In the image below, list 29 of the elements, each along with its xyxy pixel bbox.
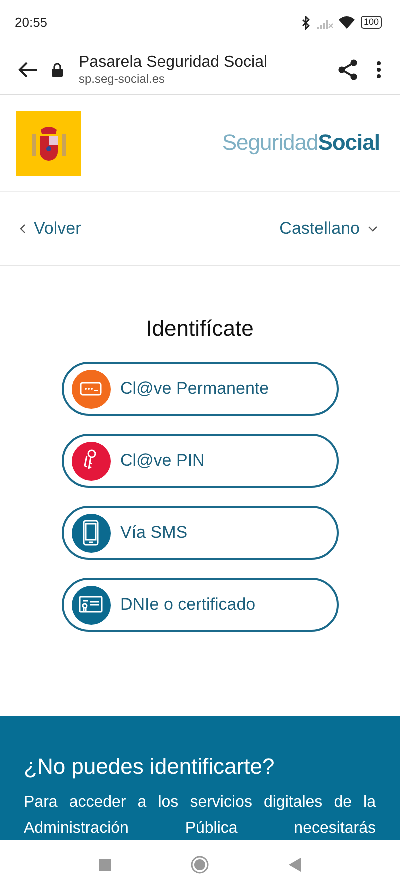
lock-icon (52, 62, 63, 76)
help-title: ¿No puedes identificarte? (24, 754, 276, 780)
certificate-icon (79, 596, 103, 614)
more-vertical-icon (376, 60, 382, 78)
coat-of-arms-logo (16, 110, 81, 176)
smartphone-icon (83, 520, 99, 546)
bluetooth-icon (302, 16, 311, 30)
login-option-button[interactable]: Vía SMS (62, 506, 338, 560)
seguridad-social-logo: SeguridadSocial (222, 130, 380, 156)
login-option-button[interactable]: Cl@ve Permanente (62, 362, 338, 416)
password-field-icon (80, 382, 102, 396)
back-nav-icon[interactable] (289, 858, 301, 872)
share-icon (338, 58, 358, 80)
chevron-left-icon (20, 224, 26, 234)
login-option-button[interactable]: Cl@ve PIN (62, 434, 338, 488)
chevron-down-icon (368, 226, 378, 232)
login-option-button[interactable]: DNIe o certificado (62, 578, 338, 632)
identify-heading: Identifícate (146, 316, 254, 342)
battery-level: 100 (360, 16, 382, 29)
page-url: sp.seg-social.es (79, 72, 166, 86)
recents-icon[interactable] (99, 858, 111, 870)
wifi-icon (338, 16, 355, 29)
help-text: Para acceder a los servicios digitales de la Administración Pública necesitarás (24, 793, 376, 839)
home-icon[interactable] (191, 856, 209, 874)
page-title: Pasarela Seguridad Social (79, 54, 269, 72)
back-link[interactable]: Volver (20, 218, 82, 238)
language-dropdown[interactable]: Castellano (280, 218, 378, 238)
status-time: 20:55 (15, 15, 48, 30)
back-arrow-icon (18, 60, 38, 78)
